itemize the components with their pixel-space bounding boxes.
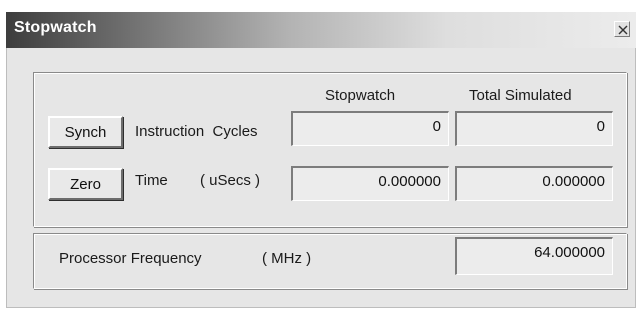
stopwatch-window: Stopwatch Stopwatch Total Simulated Sync…	[6, 12, 636, 308]
processor-frequency-unit: ( MHz )	[262, 250, 312, 267]
window-title: Stopwatch	[14, 19, 97, 36]
zero-button[interactable]: Zero	[48, 168, 123, 200]
stopwatch-cycles-field[interactable]: 0	[291, 111, 449, 146]
instruction-cycles-label: Instruction Cycles	[135, 123, 258, 140]
time-label: Time	[135, 172, 168, 189]
stopwatch-column-header: Stopwatch	[325, 87, 396, 104]
processor-frequency-field[interactable]: 64.000000	[455, 237, 613, 275]
close-button[interactable]	[614, 21, 630, 37]
time-unit-label: ( uSecs )	[200, 172, 261, 189]
total-time-field[interactable]: 0.000000	[455, 166, 613, 201]
close-icon	[618, 25, 628, 35]
synch-button[interactable]: Synch	[48, 116, 123, 148]
total-cycles-field[interactable]: 0	[455, 111, 613, 146]
processor-frequency-label: Processor Frequency	[59, 250, 202, 267]
total-simulated-column-header: Total Simulated	[469, 87, 572, 104]
stopwatch-time-field[interactable]: 0.000000	[291, 166, 449, 201]
title-bar[interactable]: Stopwatch	[6, 12, 636, 48]
